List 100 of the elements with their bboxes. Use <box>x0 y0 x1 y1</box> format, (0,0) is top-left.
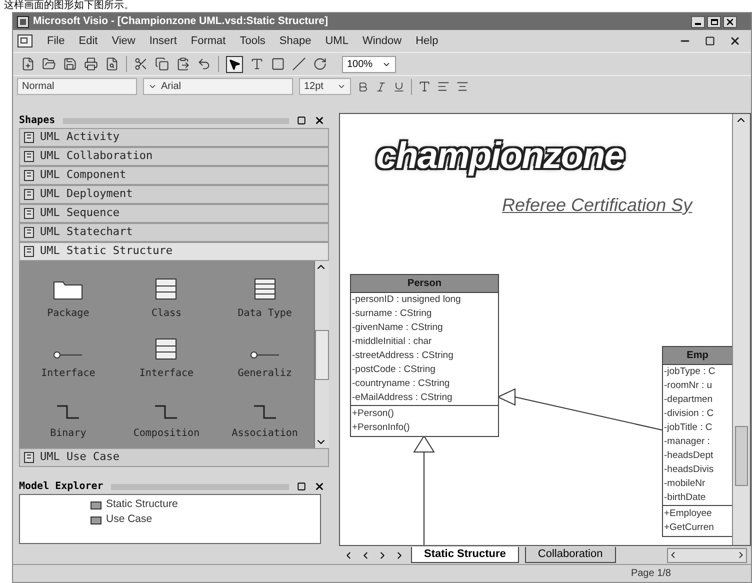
class-icon <box>254 278 276 300</box>
rotate-icon[interactable] <box>313 57 327 71</box>
font-field[interactable]: Arial <box>143 78 293 95</box>
stencil-header[interactable]: UML Use Case <box>19 448 329 467</box>
bold-icon[interactable] <box>357 80 369 92</box>
class-attribute: -surname : CString <box>351 307 433 321</box>
stencil-icon <box>24 151 34 162</box>
class-attribute: -manager : <box>663 435 711 449</box>
class-attribute: -eMailAddress : CString <box>351 391 454 405</box>
stencil-icon <box>24 189 34 200</box>
master-label[interactable]: Interface <box>139 366 194 381</box>
tree-item[interactable]: Static Structure <box>90 497 320 512</box>
horizontal-scrollbar[interactable] <box>667 548 747 562</box>
class-operation: +Employee <box>663 507 713 521</box>
rectangle-icon[interactable] <box>271 57 285 71</box>
window-title: Microsoft Visio - [Championzone UML.vsd:Static Structure] <box>33 14 328 29</box>
restore-icon[interactable] <box>297 482 306 491</box>
minimize-button[interactable] <box>691 16 705 28</box>
stencil-icon <box>24 208 34 219</box>
underline-icon[interactable] <box>393 80 405 92</box>
stencil-header[interactable]: UML Activity <box>19 128 329 147</box>
menu-item[interactable]: File <box>47 32 65 50</box>
style-field[interactable]: Normal <box>17 78 137 95</box>
font-value: Arial <box>161 80 182 94</box>
class-operation: +PersonInfo() <box>351 421 411 435</box>
preview-icon[interactable] <box>105 57 119 71</box>
menu-item[interactable]: Help <box>416 32 438 50</box>
menu-item[interactable]: View <box>112 32 136 50</box>
undo-icon[interactable] <box>197 57 211 71</box>
master-label[interactable]: Class <box>151 306 182 321</box>
master-label[interactable]: Interface <box>41 366 96 381</box>
copy-icon[interactable] <box>155 57 169 71</box>
master-label[interactable]: Association <box>232 426 298 441</box>
tree-item[interactable]: Use Case <box>90 512 320 527</box>
class-operation: +GetCurren <box>663 521 715 535</box>
menu-item[interactable]: Window <box>362 32 402 50</box>
class-attribute: -departmen <box>663 393 714 407</box>
stencil-header[interactable]: UML Sequence <box>19 204 329 223</box>
menu-item[interactable]: Tools <box>240 32 266 50</box>
stencil-header[interactable]: UML Static Structure <box>19 242 329 261</box>
interface-icon <box>53 350 84 360</box>
class-attribute: -jobType : C <box>663 365 716 379</box>
master-label[interactable]: Binary <box>50 426 86 441</box>
package-icon <box>90 499 102 510</box>
cut-icon[interactable] <box>134 57 148 71</box>
interface-icon <box>250 350 280 360</box>
stencil-header[interactable]: UML Statechart <box>19 223 329 242</box>
stencil-header[interactable]: UML Component <box>19 166 329 185</box>
stencil-header[interactable]: UML Collaboration <box>19 147 329 166</box>
close-icon[interactable] <box>314 115 325 126</box>
close-icon[interactable] <box>729 35 741 47</box>
close-icon <box>725 16 735 26</box>
font-size-field[interactable]: 12pt <box>299 78 351 95</box>
text-icon[interactable] <box>250 57 264 71</box>
page-tab[interactable]: Static Structure <box>411 547 519 563</box>
maximize-button[interactable] <box>707 16 721 28</box>
restore-icon[interactable] <box>297 116 306 125</box>
class-attribute: -birthDate <box>663 491 707 505</box>
new-icon[interactable] <box>21 57 35 71</box>
menu-item[interactable]: Insert <box>149 32 177 50</box>
menu-item[interactable]: Edit <box>78 32 98 50</box>
stencil-icon <box>24 170 34 181</box>
stencil-icon <box>24 132 34 143</box>
close-button[interactable] <box>723 16 737 28</box>
master-label[interactable]: Package <box>47 306 90 321</box>
scrollbar[interactable] <box>732 114 749 545</box>
panel-title: Model Explorer <box>19 480 104 494</box>
document-icon[interactable] <box>17 34 33 48</box>
font-color-icon[interactable] <box>418 80 431 93</box>
open-icon[interactable] <box>42 57 56 71</box>
page-tab[interactable]: Collaboration <box>524 547 616 563</box>
scroll-thumb[interactable] <box>734 426 748 486</box>
italic-icon[interactable] <box>375 80 387 92</box>
pointer-button[interactable] <box>226 56 243 72</box>
class-attribute: -givenName : CString <box>351 321 444 335</box>
connector-icon <box>154 404 178 420</box>
scrollbar[interactable] <box>314 261 329 448</box>
close-icon[interactable] <box>314 481 325 492</box>
class-attribute: -postCode : CString <box>351 363 436 377</box>
panel-title: Shapes <box>19 114 56 128</box>
master-label[interactable]: Composition <box>133 426 200 441</box>
align-center-icon[interactable] <box>456 80 469 93</box>
class-icon <box>155 338 178 360</box>
paste-icon[interactable] <box>176 57 190 71</box>
printer-icon[interactable] <box>84 57 98 71</box>
master-label[interactable]: Generaliz <box>238 366 292 381</box>
stencil-header[interactable]: UML Deployment <box>19 185 329 204</box>
save-icon[interactable] <box>63 57 77 71</box>
stencil-icon <box>24 246 34 257</box>
master-label[interactable]: Data Type <box>238 306 292 321</box>
diagram-heading: Referee Certification Sy <box>502 194 692 217</box>
align-left-icon[interactable] <box>437 80 450 93</box>
class-attribute: -roomNr : u <box>663 379 714 393</box>
restore-icon[interactable] <box>705 36 715 46</box>
stencil-icon <box>24 227 34 238</box>
line-icon[interactable] <box>292 57 306 71</box>
menu-item[interactable]: Format <box>190 32 226 50</box>
zoom-field[interactable]: 100% <box>342 56 396 72</box>
menu-item[interactable]: UML <box>325 32 348 50</box>
menu-item[interactable]: Shape <box>279 32 312 50</box>
